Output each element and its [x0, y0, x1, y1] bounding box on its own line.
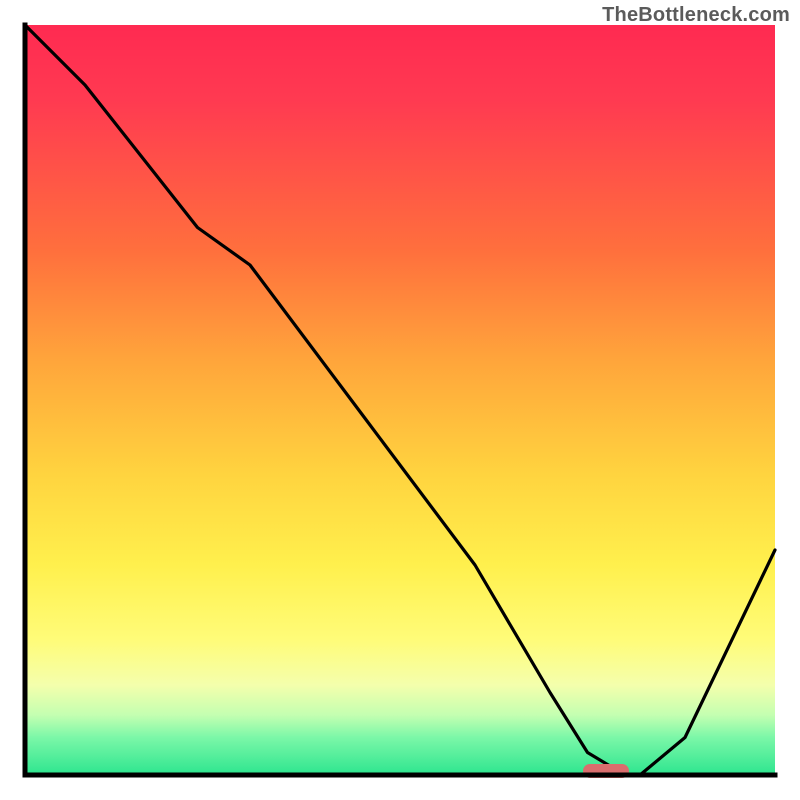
- gradient-plot-area: [25, 25, 775, 775]
- watermark-text: TheBottleneck.com: [602, 4, 790, 27]
- chart-container: TheBottleneck.com: [0, 0, 800, 800]
- optimal-marker: [583, 764, 629, 778]
